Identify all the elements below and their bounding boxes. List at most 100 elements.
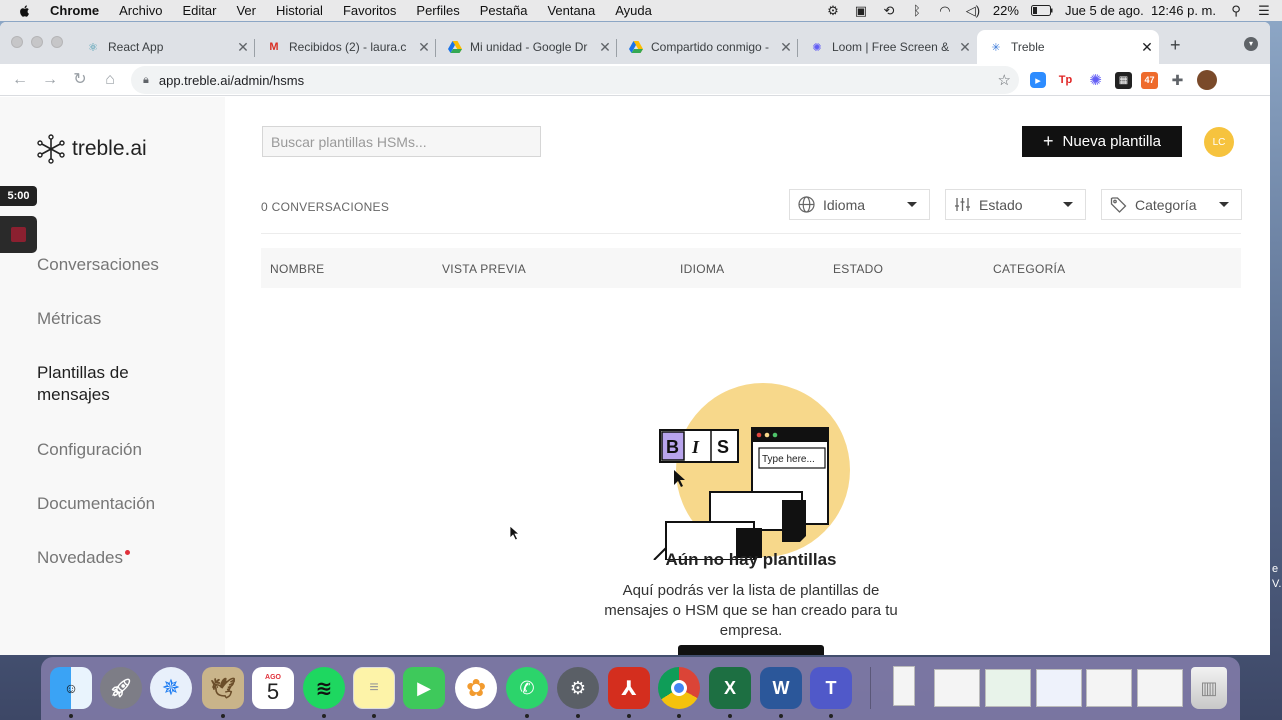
spotlight-search-icon[interactable]: ⚲: [1228, 3, 1244, 18]
menu-app-name[interactable]: Chrome: [50, 3, 99, 18]
column-categoria[interactable]: CATEGORÍA: [993, 262, 1066, 276]
tab-shared-with-me[interactable]: Compartido conmigo - ✕: [617, 30, 798, 64]
filter-label: Idioma: [823, 196, 866, 213]
profile-avatar-icon[interactable]: [1197, 70, 1217, 90]
tab-gmail[interactable]: M Recibidos (2) - laura.c ✕: [255, 30, 436, 64]
screen-share-icon[interactable]: ▣: [853, 3, 869, 18]
menu-datetime[interactable]: Jue 5 de ago. 12:46 p. m.: [1065, 3, 1216, 18]
column-vista-previa[interactable]: VISTA PREVIA: [442, 262, 526, 276]
facetime-icon[interactable]: ▶: [403, 667, 445, 709]
control-center-icon[interactable]: ☰: [1256, 3, 1272, 18]
launchpad-icon[interactable]: 🚀︎: [100, 667, 142, 709]
treble-logo[interactable]: treble.ai: [37, 134, 147, 164]
column-nombre[interactable]: NOMBRE: [270, 262, 324, 276]
tab-treble[interactable]: ✳ Treble ✕: [977, 30, 1159, 64]
menu-historial[interactable]: Historial: [276, 3, 323, 18]
excel-icon[interactable]: X: [709, 667, 751, 709]
mail-extension-icon[interactable]: 47: [1141, 71, 1158, 89]
zoom-extension-icon[interactable]: ▸: [1030, 72, 1046, 88]
menu-pestana[interactable]: Pestaña: [480, 3, 528, 18]
search-input[interactable]: Buscar plantillas HSMs...: [262, 126, 541, 157]
bluetooth-icon[interactable]: ᛒ: [909, 3, 925, 18]
user-avatar[interactable]: LC: [1204, 127, 1234, 157]
loom-stop-recording-button[interactable]: [0, 216, 37, 253]
menu-ver[interactable]: Ver: [236, 3, 256, 18]
finder-icon[interactable]: ☺: [50, 667, 92, 709]
sidebar-item-plantillas[interactable]: Plantillas de mensajes: [37, 362, 167, 406]
notes-icon[interactable]: ≡: [353, 667, 395, 709]
minimized-window-thumbnail[interactable]: [1036, 669, 1082, 707]
close-tab-icon[interactable]: ✕: [235, 39, 251, 55]
address-bar[interactable]: 🔒︎ app.treble.ai/admin/hsms ☆: [131, 66, 1019, 94]
gear-icon[interactable]: ⚙: [825, 3, 841, 18]
tab-google-drive[interactable]: Mi unidad - Google Dr ✕: [436, 30, 617, 64]
close-tab-icon[interactable]: ✕: [778, 39, 794, 55]
dock-separator: [870, 667, 871, 709]
chrome-icon[interactable]: [658, 667, 700, 709]
volume-icon[interactable]: ◁): [965, 3, 981, 18]
calendar-icon[interactable]: AGO 5: [252, 667, 294, 709]
menu-perfiles[interactable]: Perfiles: [416, 3, 459, 18]
sidebar-item-metricas[interactable]: Métricas: [37, 308, 101, 330]
screen-capture-extension-icon[interactable]: ▦: [1115, 71, 1132, 89]
minimized-window-thumbnail[interactable]: [934, 669, 980, 707]
close-tab-icon[interactable]: ✕: [416, 39, 432, 55]
reload-icon[interactable]: ↻: [70, 70, 90, 90]
menu-ventana[interactable]: Ventana: [547, 3, 595, 18]
system-preferences-icon[interactable]: ⚙: [557, 667, 599, 709]
wifi-icon[interactable]: ◠: [937, 3, 953, 18]
minimized-window-thumbnail[interactable]: [1086, 669, 1132, 707]
new-tab-button[interactable]: +: [1170, 35, 1181, 56]
running-indicator: [627, 714, 631, 718]
create-template-button[interactable]: [678, 645, 824, 655]
tab-react-app[interactable]: ⚛ React App ✕: [74, 30, 255, 64]
bookmark-star-icon[interactable]: ☆: [998, 71, 1011, 89]
word-icon[interactable]: W: [760, 667, 802, 709]
sidebar-item-conversaciones[interactable]: Conversaciones: [37, 254, 159, 276]
column-estado[interactable]: ESTADO: [833, 262, 883, 276]
sidebar-item-configuracion[interactable]: Configuración: [37, 439, 142, 461]
treble-logo-icon: [37, 134, 65, 164]
minimize-window-button[interactable]: [31, 36, 43, 48]
sidebar-item-novedades[interactable]: Novedades: [37, 547, 131, 569]
acrobat-icon[interactable]: ⅄: [608, 667, 650, 709]
menu-archivo[interactable]: Archivo: [119, 3, 162, 18]
close-tab-icon[interactable]: ✕: [957, 39, 973, 55]
tab-search-icon[interactable]: ▾: [1244, 37, 1258, 51]
menu-favoritos[interactable]: Favoritos: [343, 3, 396, 18]
minimized-window-thumbnail[interactable]: [1137, 669, 1183, 707]
filter-categoria[interactable]: Categoría: [1101, 189, 1242, 220]
minimized-window-thumbnail[interactable]: [893, 666, 915, 706]
close-tab-icon[interactable]: ✕: [1139, 39, 1155, 55]
puzzle-extensions-icon[interactable]: ✚: [1167, 71, 1188, 89]
preview-icon[interactable]: 🕊︎: [202, 667, 244, 709]
zoom-window-button[interactable]: [51, 36, 63, 48]
filter-idioma[interactable]: Idioma: [789, 189, 930, 220]
back-arrow-icon[interactable]: ←: [10, 70, 30, 90]
filter-estado[interactable]: Estado: [945, 189, 1086, 220]
forward-arrow-icon[interactable]: →: [40, 70, 60, 90]
sidebar-item-documentacion[interactable]: Documentación: [37, 493, 155, 515]
teams-icon[interactable]: T: [810, 667, 852, 709]
close-tab-icon[interactable]: ✕: [597, 39, 613, 55]
trash-icon[interactable]: ▥: [1191, 667, 1227, 709]
sidebar-item-label: Novedades: [37, 548, 124, 567]
close-window-button[interactable]: [11, 36, 23, 48]
safari-icon[interactable]: ✵: [150, 667, 192, 709]
minimized-window-thumbnail[interactable]: [985, 669, 1031, 707]
lock-icon[interactable]: 🔒︎: [143, 74, 149, 87]
menu-editar[interactable]: Editar: [182, 3, 216, 18]
tp-extension-icon[interactable]: Tp: [1055, 71, 1076, 89]
spotify-icon[interactable]: ≋: [303, 667, 345, 709]
whatsapp-icon[interactable]: ✆: [506, 667, 548, 709]
loom-extension-icon[interactable]: ✺: [1085, 71, 1106, 89]
apple-icon[interactable]: [18, 4, 32, 18]
home-icon[interactable]: ⌂: [100, 70, 120, 90]
battery-icon[interactable]: [1030, 4, 1053, 18]
photos-icon[interactable]: ✿: [455, 667, 497, 709]
tab-loom[interactable]: ✺ Loom | Free Screen & ✕: [798, 30, 977, 64]
column-idioma[interactable]: IDIOMA: [680, 262, 724, 276]
new-template-button[interactable]: + Nueva plantilla: [1022, 126, 1182, 157]
menu-ayuda[interactable]: Ayuda: [615, 3, 652, 18]
time-machine-icon[interactable]: ⟲: [881, 3, 897, 18]
